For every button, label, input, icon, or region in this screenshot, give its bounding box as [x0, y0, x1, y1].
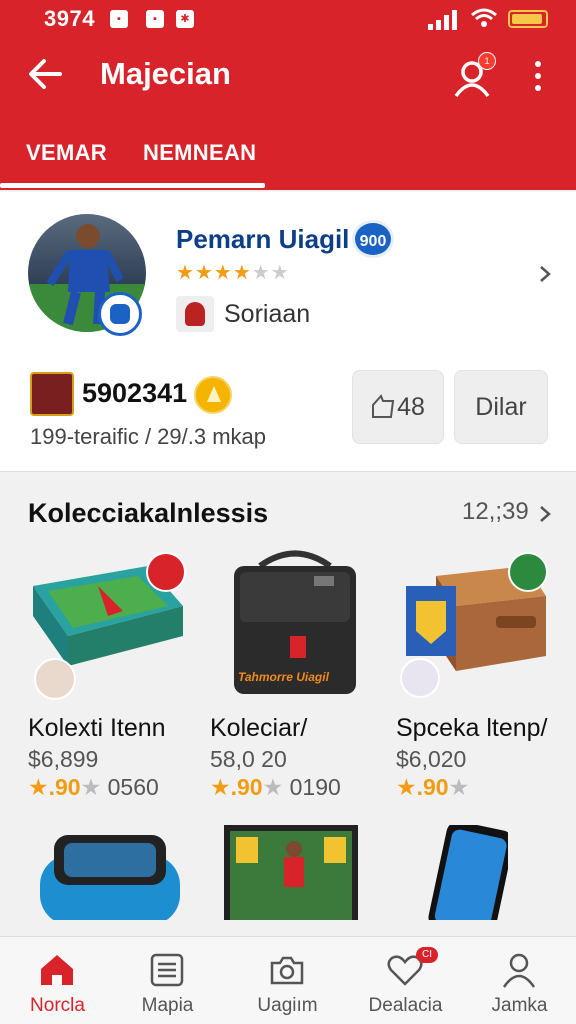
tab-vemar[interactable]: VEMAR	[26, 140, 107, 166]
nav-label: Jamka	[491, 995, 548, 1016]
nav-favorites[interactable]: CI Dealacia	[348, 937, 463, 1024]
star-icon: ★	[28, 774, 49, 800]
star-icon: ★	[210, 774, 231, 800]
bag-product-text: Tahmorre Uiagil	[238, 670, 329, 684]
like-count: 48	[397, 393, 425, 421]
star-icon: ★	[194, 262, 214, 284]
settings-icon: ✱	[176, 10, 194, 28]
player-card-image[interactable]	[224, 825, 358, 920]
section-title: Kolecciakalnlessis	[28, 498, 269, 528]
collection-item[interactable]: Spceka ltenp/ $6,020 ★.90★	[396, 546, 576, 806]
status-bar: 3974 ▪ ▪ ✱	[0, 0, 576, 40]
item-name: Kolexti Itenn	[28, 714, 166, 742]
smartphone-image[interactable]	[418, 825, 508, 920]
smartwatch-image[interactable]	[40, 825, 180, 920]
crest-icon	[30, 372, 74, 416]
player-subline: 199-teraific / 29/.3 mkap	[30, 424, 267, 449]
collection-item[interactable]: Kolexti Itenn $6,899 ★.90★ 0560	[28, 546, 208, 806]
collection-item[interactable]: Tahmorre Uiagil Koleciar/ 58,0 20 ★.90★ …	[210, 546, 390, 806]
club-badge-icon	[146, 552, 186, 592]
signal-icon	[428, 10, 457, 30]
coin-icon	[194, 376, 232, 414]
star-icon: ★	[213, 262, 233, 284]
notification-icon: ▪	[110, 10, 128, 28]
item-name: Koleciar/	[210, 714, 308, 742]
wifi-icon	[471, 8, 497, 27]
star-icon: ★	[448, 774, 470, 800]
tag-icon	[508, 552, 548, 592]
nav-label: Uagiım	[257, 995, 318, 1016]
star-icon: ★	[262, 774, 284, 800]
app-icon: ▪	[146, 10, 164, 28]
club-crest-icon	[400, 658, 440, 698]
item-price: $6,020	[396, 746, 467, 772]
item-price: $6,899	[28, 746, 99, 772]
club-crest-badge	[98, 292, 142, 336]
star-icon: ★	[232, 262, 252, 284]
nav-label: Mapia	[141, 995, 194, 1016]
club-logo-icon	[176, 296, 214, 332]
action-button[interactable]: Dilar	[454, 370, 548, 444]
thumb-icon	[372, 394, 395, 418]
collections-section: Kolecciakalnlessis 12,;39 Kolexti Itenn …	[0, 480, 576, 936]
nav-label: Dealacia	[368, 995, 443, 1016]
player-profile-card[interactable]: Pemarn Uiagil 900 ★★★★★★ Soriaan 5902341…	[0, 192, 576, 472]
person-avatar	[34, 658, 76, 700]
app-bar: 3974 ▪ ▪ ✱ Majecian 1 VEMAR NEMNEAN	[0, 0, 576, 190]
star-icon: ★	[396, 774, 417, 800]
star-icon: ★	[251, 262, 271, 284]
player-score-badge: 900	[352, 220, 394, 258]
home-icon	[41, 955, 73, 985]
person-icon	[502, 953, 536, 988]
item-price: 58,0 20	[210, 746, 287, 772]
chevron-right-icon[interactable]	[538, 504, 552, 524]
camera-icon	[270, 956, 304, 985]
like-button[interactable]: 48	[352, 370, 444, 444]
nav-list[interactable]: Mapia	[110, 937, 225, 1024]
star-icon: ★	[176, 262, 195, 284]
item-name: Spceka ltenp/	[396, 714, 548, 742]
list-icon	[150, 953, 184, 987]
back-arrow-icon[interactable]	[26, 56, 64, 92]
item-rating: ★.90★ 0190	[210, 774, 341, 800]
page-title: Majecian	[100, 56, 231, 91]
star-icon: ★	[80, 774, 102, 800]
tab-nemnean[interactable]: NEMNEAN	[143, 140, 256, 166]
section-count[interactable]: 12,;39	[462, 498, 529, 526]
battery-icon	[508, 10, 548, 28]
notification-badge: 1	[478, 52, 496, 70]
nav-camera[interactable]: Uagiım	[230, 937, 345, 1024]
nav-profile[interactable]: Jamka	[462, 937, 576, 1024]
player-value: 5902341	[82, 378, 188, 408]
nav-home[interactable]: Norcla	[0, 937, 115, 1024]
item-rating: ★.90★ 0560	[28, 774, 159, 800]
player-name: Pemarn Uiagil	[176, 224, 350, 254]
nav-badge: CI	[416, 947, 438, 963]
bottom-navigation: Norcla Mapia Uagiım CI Dealacia Jamka	[0, 936, 576, 1024]
chevron-right-icon[interactable]	[538, 264, 552, 284]
club-name: Soriaan	[224, 300, 311, 328]
nav-label: Norcla	[30, 995, 85, 1016]
player-rating-stars: ★★★★★★	[176, 260, 290, 285]
item-rating: ★.90★	[396, 774, 470, 800]
more-menu-icon[interactable]	[528, 58, 548, 92]
status-time: 3974	[44, 6, 95, 31]
active-tab-indicator	[0, 183, 265, 188]
star-icon: ★	[270, 262, 290, 284]
